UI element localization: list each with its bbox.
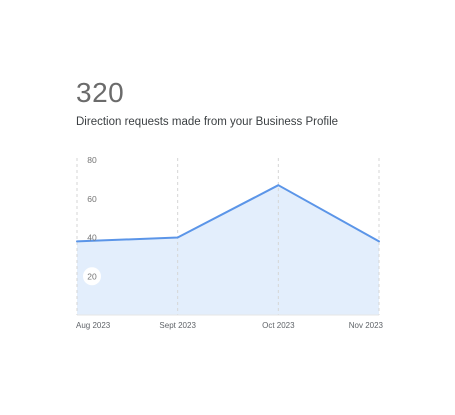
y-tick-label-80: 80 [87,155,97,165]
direction-requests-chart: 20 40 60 80 Aug 2023 Sept 2023 Oct 2023 Nov 202… [76,155,384,330]
series-area [77,185,379,315]
x-tick-label-1: Sept 2023 [159,321,196,330]
x-tick-label-0: Aug 2023 [76,321,111,330]
x-tick-label-2: Oct 2023 [262,321,295,330]
y-tick-label-60: 60 [87,194,97,204]
y-tick-label-40: 40 [87,233,97,243]
y-tick-label-20: 20 [87,271,97,281]
x-tick-label-3: Nov 2023 [349,321,384,330]
